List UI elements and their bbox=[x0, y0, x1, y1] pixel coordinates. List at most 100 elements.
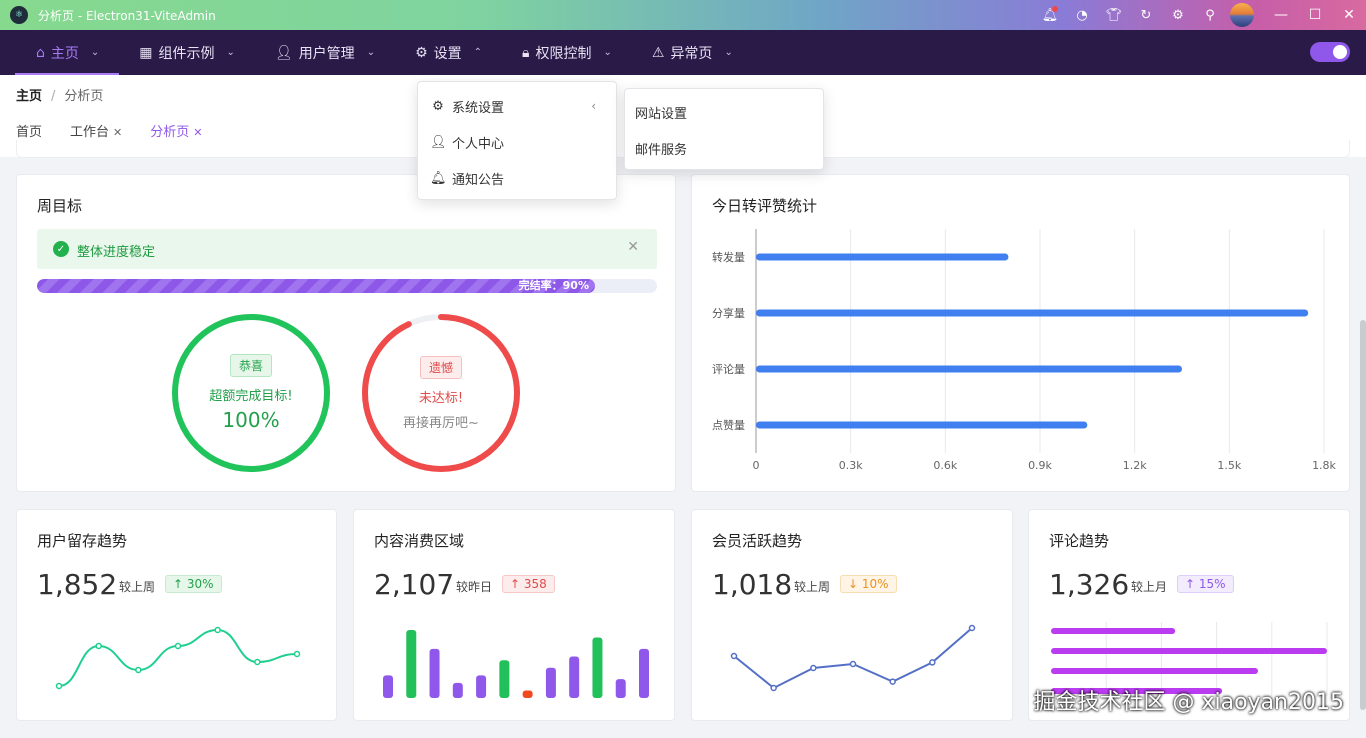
chevron-down-icon: ⌄ bbox=[724, 47, 733, 58]
bar[interactable] bbox=[639, 648, 649, 698]
bar[interactable] bbox=[476, 675, 487, 698]
ring-value: 100% bbox=[222, 408, 280, 432]
bar[interactable] bbox=[429, 648, 440, 698]
avatar[interactable] bbox=[1230, 3, 1254, 27]
nav-components[interactable]: ▦ 组件示例 ⌄ bbox=[119, 30, 255, 75]
nav-label: 用户管理 bbox=[298, 45, 355, 62]
nav-label: 主页 bbox=[50, 45, 79, 62]
close-icon[interactable]: ✕ bbox=[113, 126, 122, 139]
interaction-bar-chart: 0 0.3k 0.6k 0.9k 1.2k 1.5k 1.8k 转发量分享量评论量点赞量 bbox=[712, 229, 1337, 472]
nav-user-management[interactable]: 👤︎ 用户管理 ⌄ bbox=[255, 30, 395, 75]
close-icon[interactable]: ✕ bbox=[627, 239, 639, 255]
bar[interactable] bbox=[756, 421, 1088, 429]
bar[interactable] bbox=[1051, 668, 1258, 674]
data-point[interactable] bbox=[95, 642, 102, 650]
bar[interactable] bbox=[569, 656, 580, 698]
palette-icon[interactable]: ◔ bbox=[1066, 0, 1098, 30]
bar[interactable] bbox=[615, 679, 626, 698]
shirt-icon[interactable]: 👕︎ bbox=[1098, 0, 1130, 30]
system-settings-submenu: 网站设置 邮件服务 bbox=[624, 88, 824, 170]
success-ring: 恭喜 超额完成目标! 100% bbox=[171, 313, 331, 473]
y-category-label: 评论量 bbox=[712, 362, 745, 376]
bar[interactable] bbox=[1051, 628, 1176, 634]
progress-fill: 完结率：90% bbox=[37, 279, 595, 293]
gear-icon: ⚙ bbox=[432, 98, 444, 114]
bar[interactable] bbox=[406, 630, 417, 698]
data-point[interactable] bbox=[929, 659, 936, 666]
data-point[interactable] bbox=[730, 652, 738, 660]
bar[interactable] bbox=[383, 675, 393, 698]
bar[interactable] bbox=[499, 660, 510, 698]
data-point[interactable] bbox=[174, 642, 182, 650]
tab-label: 首页 bbox=[16, 125, 43, 140]
chevron-down-icon: ⌄ bbox=[366, 47, 376, 58]
breadcrumb-home[interactable]: 主页 bbox=[16, 89, 42, 104]
user-lock-icon: 👤︎ bbox=[430, 134, 447, 150]
member-line-chart bbox=[730, 624, 976, 692]
status-alert: ✓ 整体进度稳定 ✕ bbox=[37, 229, 657, 269]
data-point[interactable] bbox=[55, 682, 63, 690]
data-point[interactable] bbox=[770, 684, 777, 692]
nav-label: 设置 bbox=[433, 45, 462, 62]
close-icon[interactable]: ✕ bbox=[193, 126, 202, 139]
card-title: 周目标 bbox=[37, 197, 83, 215]
nav-settings[interactable]: ⚙ 设置 ⌃ bbox=[395, 30, 502, 75]
menu-item-notices[interactable]: 🔔︎ 通知公告 bbox=[418, 160, 616, 196]
minimize-button[interactable]: — bbox=[1264, 0, 1298, 30]
close-window-button[interactable]: ✕ bbox=[1332, 0, 1366, 30]
submenu-item-site-settings[interactable]: 网站设置 bbox=[625, 94, 823, 130]
nav-home[interactable]: ⌂ 主页 ⌄ bbox=[0, 30, 120, 75]
menu-item-profile[interactable]: 👤︎ 个人中心 bbox=[418, 124, 616, 160]
bar[interactable] bbox=[1051, 648, 1327, 654]
x-tick-label: 0.6k bbox=[933, 459, 957, 472]
data-point[interactable] bbox=[968, 624, 976, 632]
x-tick-label: 1.2k bbox=[1123, 459, 1147, 472]
nav-label: 异常页 bbox=[670, 45, 713, 62]
theme-toggle[interactable] bbox=[1310, 42, 1350, 62]
breadcrumb: 主页 / 分析页 bbox=[16, 89, 104, 104]
bell-icon[interactable]: 🔔︎ bbox=[1034, 0, 1066, 30]
data-point[interactable] bbox=[849, 660, 857, 668]
menu-item-label: 网站设置 bbox=[635, 106, 688, 122]
progress-bar: 完结率：90% bbox=[37, 279, 657, 293]
chevron-down-icon: ⌄ bbox=[226, 47, 235, 58]
success-tag: 恭喜 bbox=[229, 354, 272, 377]
data-point[interactable] bbox=[214, 626, 221, 634]
nav-label: 组件示例 bbox=[158, 45, 215, 62]
bar[interactable] bbox=[756, 253, 1009, 261]
check-circle-icon: ✓ bbox=[53, 241, 69, 257]
bar[interactable] bbox=[756, 365, 1182, 373]
menu-item-system-settings[interactable]: ⚙ 系统设置 ‹ bbox=[418, 88, 616, 124]
data-point[interactable] bbox=[293, 650, 301, 658]
data-point[interactable] bbox=[889, 678, 896, 685]
submenu-item-mail-service[interactable]: 邮件服务 bbox=[625, 130, 823, 166]
bar[interactable] bbox=[756, 309, 1309, 317]
home-icon: ⌂ bbox=[36, 44, 45, 61]
consumption-card: 内容消费区域 2,107 较昨日 ↑ 358 bbox=[353, 509, 675, 721]
maximize-button[interactable]: ☐ bbox=[1298, 0, 1332, 30]
toggle-knob bbox=[1333, 45, 1347, 59]
pin-icon[interactable]: ⚲ bbox=[1194, 0, 1226, 30]
x-tick-label: 1.8k bbox=[1312, 459, 1336, 472]
x-tick-label: 0.3k bbox=[839, 459, 863, 472]
menu-item-label: 邮件服务 bbox=[635, 142, 688, 158]
bar[interactable] bbox=[545, 667, 556, 698]
bar[interactable] bbox=[452, 682, 463, 698]
refresh-icon[interactable]: ↻ bbox=[1130, 0, 1162, 30]
watermark: 掘金技术社区 @ xiaoyan2015 bbox=[1033, 690, 1345, 715]
menu-item-label: 通知公告 bbox=[452, 172, 505, 188]
gear-icon[interactable]: ⚙ bbox=[1162, 0, 1194, 30]
nav-permissions[interactable]: 🔒︎ 权限控制 ⌄ bbox=[502, 30, 632, 75]
tab-label: 工作台 bbox=[70, 125, 110, 140]
data-point[interactable] bbox=[810, 664, 817, 672]
data-point[interactable] bbox=[135, 666, 142, 674]
week-goal-card: 周目标 ✓ 整体进度稳定 ✕ 完结率：90% 恭喜 超额完成目标! 100% 遗… bbox=[16, 174, 676, 492]
data-point[interactable] bbox=[254, 658, 261, 666]
nav-exceptions[interactable]: ⚠ 异常页 ⌄ bbox=[632, 30, 753, 75]
bar[interactable] bbox=[592, 637, 603, 698]
scrollbar[interactable] bbox=[1360, 320, 1366, 710]
bar[interactable] bbox=[522, 690, 533, 698]
today-stats-card: 今日转评赞统计 0 0.3k 0.6k 0.9k 1.2k 1.5k 1.8k 转发量 分享量评… bbox=[691, 174, 1350, 492]
x-tick-label: 0 bbox=[753, 459, 760, 472]
menu-item-label: 个人中心 bbox=[452, 136, 505, 152]
